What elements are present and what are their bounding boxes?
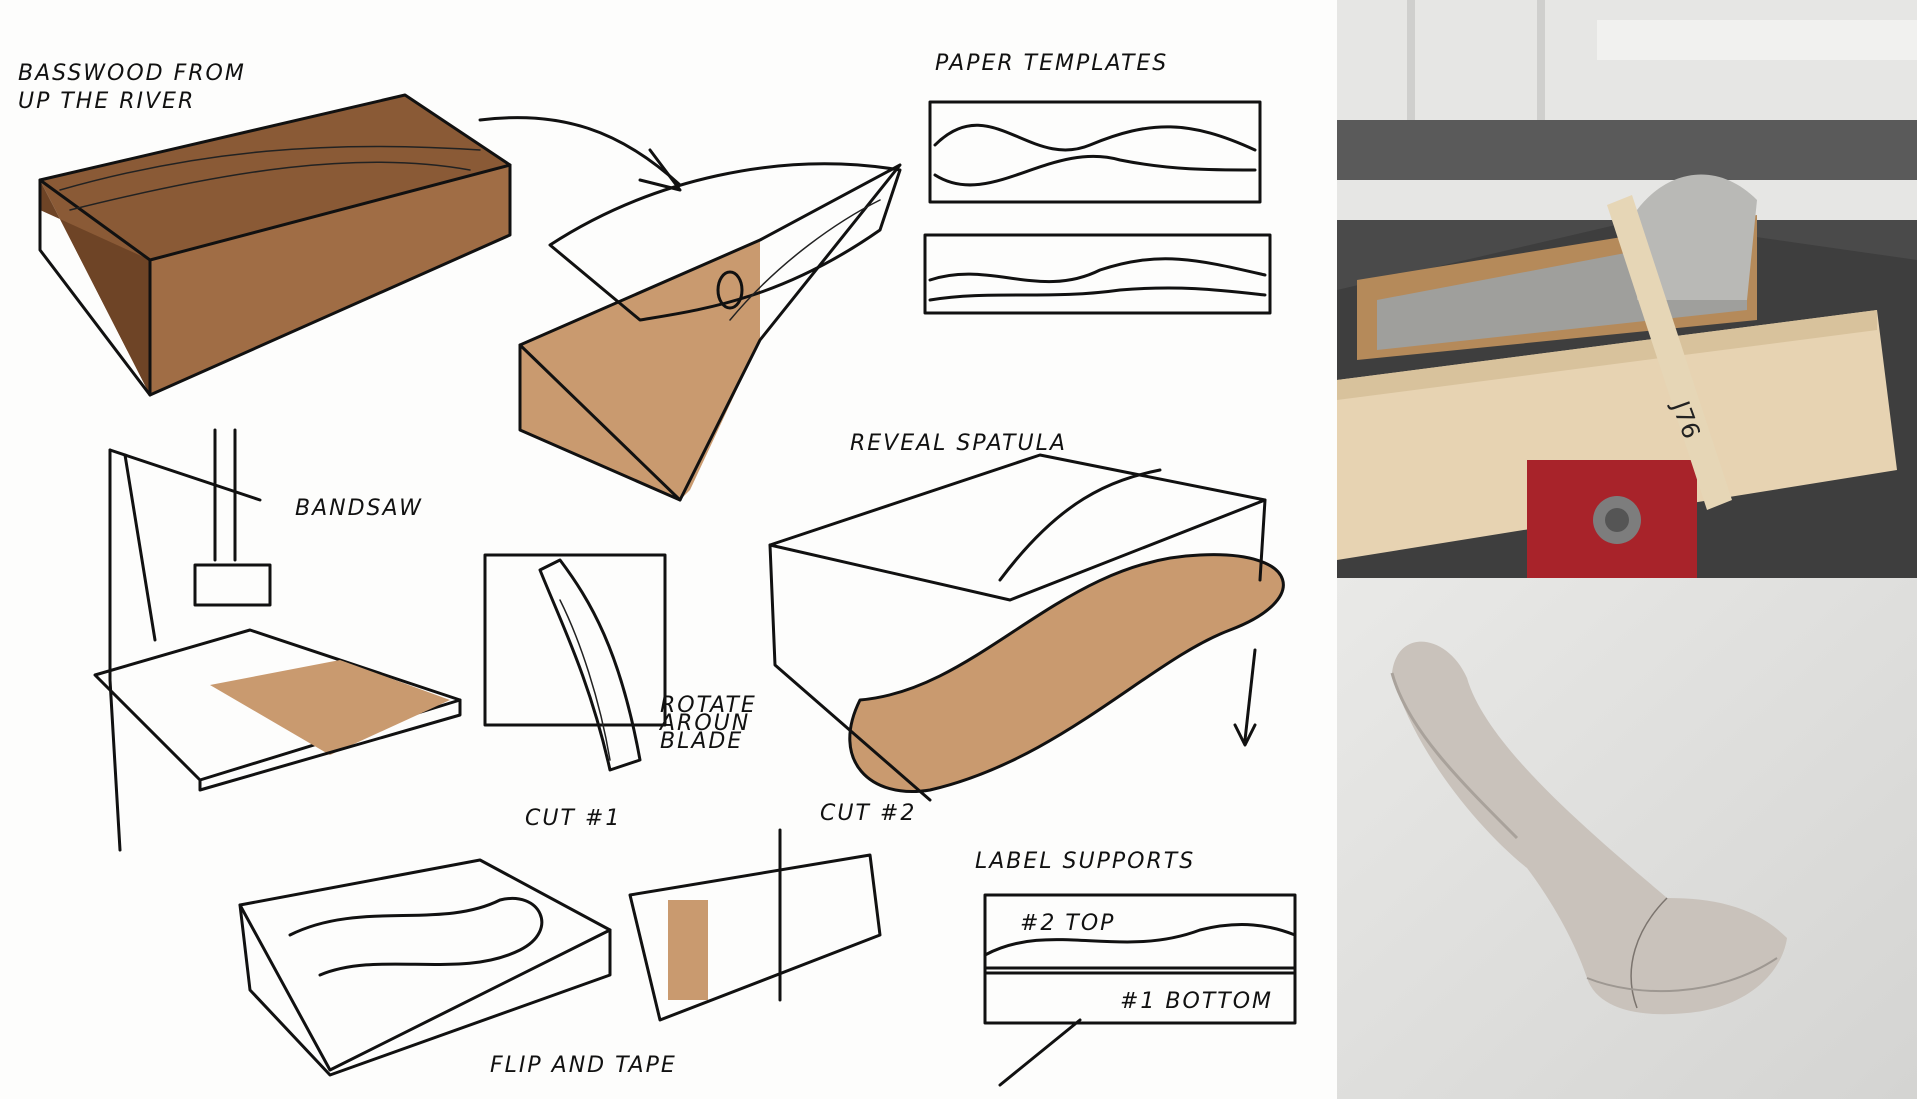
canvas: PAPER TEMPLATES BASSWOOD FROM UP THE RIV…: [0, 0, 1917, 1099]
cut1-label: CUT #1: [525, 806, 621, 831]
reveal-spatula-label: REVEAL SPATULA: [850, 431, 1067, 456]
bandsaw-label: BANDSAW: [295, 496, 423, 521]
vise-photo: J76: [1337, 0, 1917, 578]
top-label: #2 TOP: [1020, 911, 1115, 936]
label-supports: LABEL SUPPORTS #2 TOP #1 BOTTOM: [975, 849, 1297, 1087]
vise-photo-drawing: J76: [1337, 0, 1917, 578]
spatula-photo-drawing: [1337, 578, 1917, 1099]
bottom-label: #1 BOTTOM: [1120, 989, 1273, 1014]
paper-templates: PAPER TEMPLATES: [923, 51, 1272, 315]
reveal-spatula-sketch: REVEAL SPATULA: [768, 431, 1285, 802]
rotate-label-line3: BLADE: [660, 729, 743, 754]
basswood-block: [38, 93, 512, 397]
basswood-label-line2: UP THE RIVER: [18, 89, 195, 114]
paper-templates-label: PAPER TEMPLATES: [935, 51, 1168, 76]
basswood-label-line1: BASSWOOD FROM: [18, 61, 246, 86]
rotate-sketch: ROTATE AROUN BLADE: [483, 553, 755, 772]
flip-tape-label: FLIP AND TAPE: [490, 1053, 677, 1078]
flip-tape-sketch: FLIP AND TAPE: [238, 828, 882, 1078]
label-supports-label: LABEL SUPPORTS: [975, 849, 1195, 874]
templated-block: [518, 162, 902, 502]
spatula-photo: [1337, 578, 1917, 1099]
bandsaw-sketch: BANDSAW: [93, 428, 462, 852]
sketch-sheet: PAPER TEMPLATES BASSWOOD FROM UP THE RIV…: [0, 0, 1337, 1099]
cut2-label: CUT #2: [820, 801, 916, 826]
